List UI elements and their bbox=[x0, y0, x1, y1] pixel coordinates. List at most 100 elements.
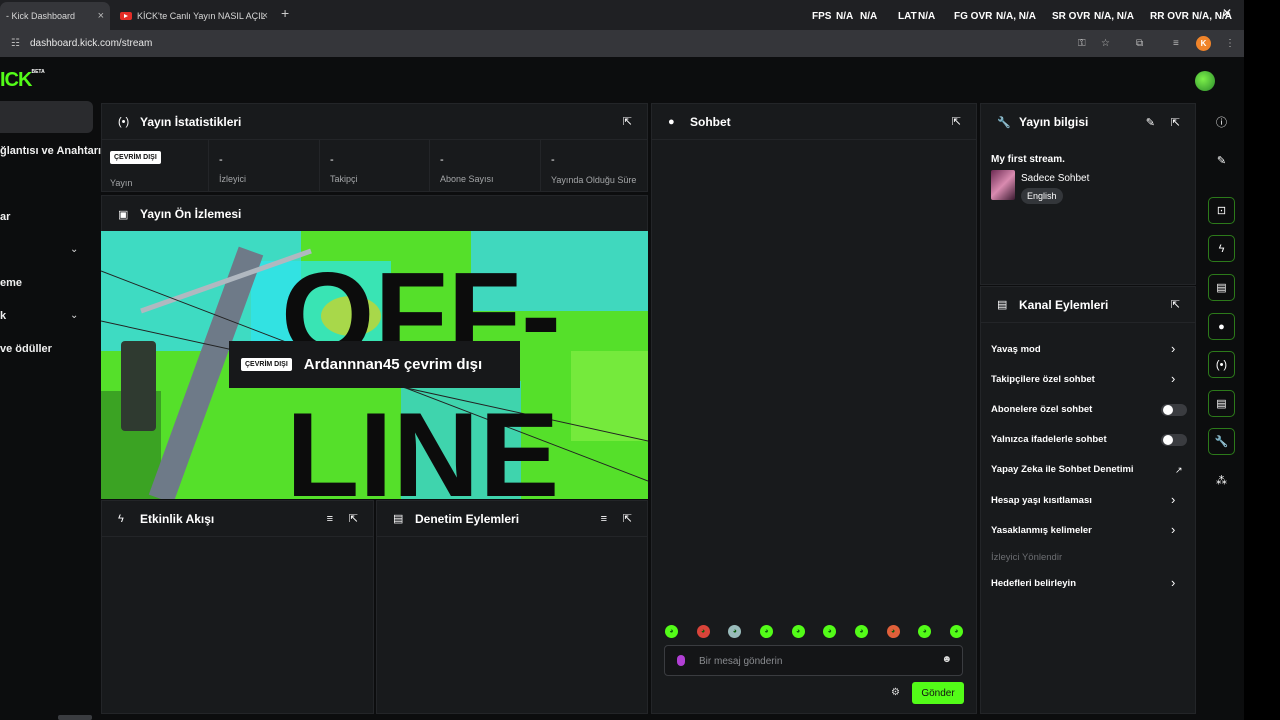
fg-label: FG OVR bbox=[954, 11, 993, 22]
art-text-bottom: LINE bbox=[286, 388, 559, 499]
site-settings-icon[interactable]: ☷ bbox=[11, 38, 20, 49]
sidebar-item-stream-key[interactable]: ğlantısı ve Anahtarı bbox=[0, 145, 101, 157]
wrench-icon[interactable]: 🔧 bbox=[1208, 428, 1235, 455]
panel-title: Etkinlik Akışı bbox=[140, 511, 215, 526]
bookmark-star-icon[interactable]: ☆ bbox=[1101, 38, 1110, 49]
panel-title: Yayın bilgisi bbox=[1019, 115, 1089, 129]
panel-header: ϟ Etkinlik Akışı ≡ ⇱ bbox=[102, 501, 373, 537]
action-account-age[interactable]: Hesap yaşı kısıtlaması bbox=[991, 495, 1092, 506]
stat-label: Yayın bbox=[110, 178, 133, 188]
kick-logo[interactable]: ICKBETA bbox=[0, 69, 45, 92]
panel-header: ▣ Yayın Ön İzlemesi bbox=[102, 196, 647, 232]
emote-icon[interactable]: ◕ bbox=[728, 625, 742, 638]
popout-icon[interactable]: ⇱ bbox=[349, 512, 358, 525]
extensions-icon[interactable]: ⧉ bbox=[1136, 38, 1143, 49]
window-close-button[interactable]: ✕ bbox=[1222, 6, 1232, 20]
sidebar-item-selected[interactable] bbox=[0, 101, 93, 133]
key-icon[interactable]: ⚿ bbox=[1078, 38, 1086, 49]
action-redirect-viewers: İzleyici Yönlendir bbox=[991, 552, 1063, 563]
language-tag: English bbox=[1021, 188, 1063, 204]
profile-avatar[interactable]: K bbox=[1196, 36, 1211, 51]
action-banned-words[interactable]: Yasaklanmış kelimeler bbox=[991, 525, 1092, 536]
emote-icon[interactable]: ◕ bbox=[696, 625, 710, 638]
sidebar-item-ar[interactable]: ar bbox=[0, 211, 10, 223]
action-set-goals[interactable]: Hedefleri belirleyin bbox=[991, 578, 1076, 589]
edit-pencil-icon[interactable]: ✎ bbox=[1208, 147, 1235, 174]
panel-title: Yayın İstatistikleri bbox=[140, 114, 242, 129]
subscribers-only-toggle[interactable] bbox=[1161, 404, 1187, 416]
stat-subscribers: - Abone Sayısı bbox=[430, 140, 541, 192]
document-icon[interactable]: ▤ bbox=[1208, 274, 1235, 301]
add-widget-icon[interactable]: ⁂ bbox=[1208, 467, 1235, 494]
status-badge: ÇEVRİM DIŞI bbox=[110, 151, 161, 164]
stat-uptime: - Yayında Olduğu Süre bbox=[541, 140, 647, 192]
stream-info-panel: 🔧 Yayın bilgisi ✎ ⇱ My first stream. Sad… bbox=[980, 103, 1196, 285]
address-bar: ☷ dashboard.kick.com/stream ⚿ ☆ ⧉ ≡ K ⋮ bbox=[0, 30, 1244, 57]
emote-icon[interactable]: ◕ bbox=[854, 625, 868, 638]
emote-icon[interactable]: ◕ bbox=[886, 625, 900, 638]
sidebar-item-rewards[interactable]: ve ödüller bbox=[0, 343, 52, 355]
tab-kick-dashboard[interactable]: - Kick Dashboard × bbox=[0, 2, 110, 30]
chevron-down-icon[interactable]: ⌄ bbox=[70, 310, 78, 321]
chevron-right-icon[interactable]: › bbox=[1171, 522, 1175, 537]
stat-value: - bbox=[551, 154, 555, 166]
url-text[interactable]: dashboard.kick.com/stream bbox=[30, 38, 152, 49]
chevron-right-icon[interactable]: › bbox=[1171, 371, 1175, 386]
chevron-right-icon[interactable]: › bbox=[1171, 492, 1175, 507]
sr-label: SR OVR bbox=[1052, 11, 1091, 22]
emote-icon[interactable]: ◕ bbox=[823, 625, 837, 638]
channel-actions-icon[interactable]: ▤ bbox=[1208, 390, 1235, 417]
chat-message-input[interactable] bbox=[699, 653, 929, 669]
send-button[interactable]: Gönder bbox=[912, 682, 964, 704]
lightning-icon[interactable]: ϟ bbox=[1208, 235, 1235, 262]
external-link-icon[interactable]: ↗ bbox=[1175, 465, 1183, 476]
chevron-right-icon[interactable]: › bbox=[1171, 341, 1175, 356]
browser-menu-icon[interactable]: ⋮ bbox=[1225, 38, 1235, 49]
chat-bubble-icon[interactable]: ● bbox=[1208, 313, 1235, 340]
emote-icon[interactable]: ◕ bbox=[949, 625, 963, 638]
chevron-right-icon[interactable]: › bbox=[1171, 575, 1175, 590]
new-tab-button[interactable]: + bbox=[281, 5, 289, 21]
sidebar-item-eme[interactable]: eme bbox=[0, 277, 22, 289]
popout-icon[interactable]: ⇱ bbox=[623, 115, 632, 128]
emote-icon[interactable]: ◕ bbox=[759, 625, 773, 638]
close-tab-icon[interactable]: × bbox=[98, 10, 104, 22]
emote-icon[interactable]: ◕ bbox=[918, 625, 932, 638]
popout-icon[interactable]: ⇱ bbox=[623, 512, 632, 525]
stat-value: - bbox=[219, 154, 223, 166]
microphone-icon[interactable] bbox=[677, 655, 685, 666]
stat-value: - bbox=[440, 154, 444, 166]
left-sidebar: ğlantısı ve Anahtarı ar ⌄ eme k ⌄ ve ödü… bbox=[0, 101, 101, 720]
filter-icon[interactable]: ≡ bbox=[601, 513, 607, 525]
emote-icon[interactable]: ◕ bbox=[791, 625, 805, 638]
tab-youtube-video[interactable]: KİCK'te Canlı Yayın NASIL AÇILIR × bbox=[114, 2, 274, 30]
chevron-down-icon[interactable]: ⌄ bbox=[70, 244, 78, 255]
screen: - Kick Dashboard × KİCK'te Canlı Yayın N… bbox=[0, 0, 1280, 720]
popout-icon[interactable]: ⇱ bbox=[1171, 298, 1180, 311]
user-avatar[interactable] bbox=[1195, 71, 1215, 91]
action-followers-only[interactable]: Takipçilere özel sohbet bbox=[991, 374, 1095, 385]
broadcast-icon[interactable]: (•) bbox=[1208, 351, 1235, 378]
emotes-only-toggle[interactable] bbox=[1161, 434, 1187, 446]
panel-title: Denetim Eylemleri bbox=[415, 511, 520, 526]
media-queue-icon[interactable]: ≡ bbox=[1173, 38, 1179, 49]
screen-edge bbox=[1244, 0, 1280, 720]
stat-label: Yayında Olduğu Süre bbox=[551, 175, 637, 185]
info-icon[interactable]: ⓘ bbox=[1208, 108, 1235, 135]
filter-icon[interactable]: ≡ bbox=[327, 513, 333, 525]
close-tab-icon[interactable]: × bbox=[262, 10, 268, 22]
popout-icon[interactable]: ⇱ bbox=[952, 115, 961, 128]
broadcast-icon: (•) bbox=[118, 115, 130, 128]
action-ai-moderation[interactable]: Yapay Zeka ile Sohbet Denetimi bbox=[991, 464, 1134, 475]
chat-settings-icon[interactable]: ⚙ bbox=[891, 687, 900, 698]
horizontal-scrollbar[interactable] bbox=[58, 715, 92, 720]
action-slow-mode[interactable]: Yavaş mod bbox=[991, 344, 1041, 355]
emoji-icon[interactable]: ☻ bbox=[941, 654, 952, 665]
sidebar-item-k[interactable]: k bbox=[0, 310, 6, 322]
popout-icon[interactable]: ⇱ bbox=[1171, 116, 1180, 129]
edit-pencil-icon[interactable]: ✎ bbox=[1146, 116, 1155, 129]
preview-toggle-icon[interactable]: ⊡ bbox=[1208, 197, 1235, 224]
emote-icon[interactable]: ◕ bbox=[665, 625, 678, 638]
logo-text: ICK bbox=[0, 69, 32, 91]
panel-title: Yayın Ön İzlemesi bbox=[140, 207, 242, 221]
